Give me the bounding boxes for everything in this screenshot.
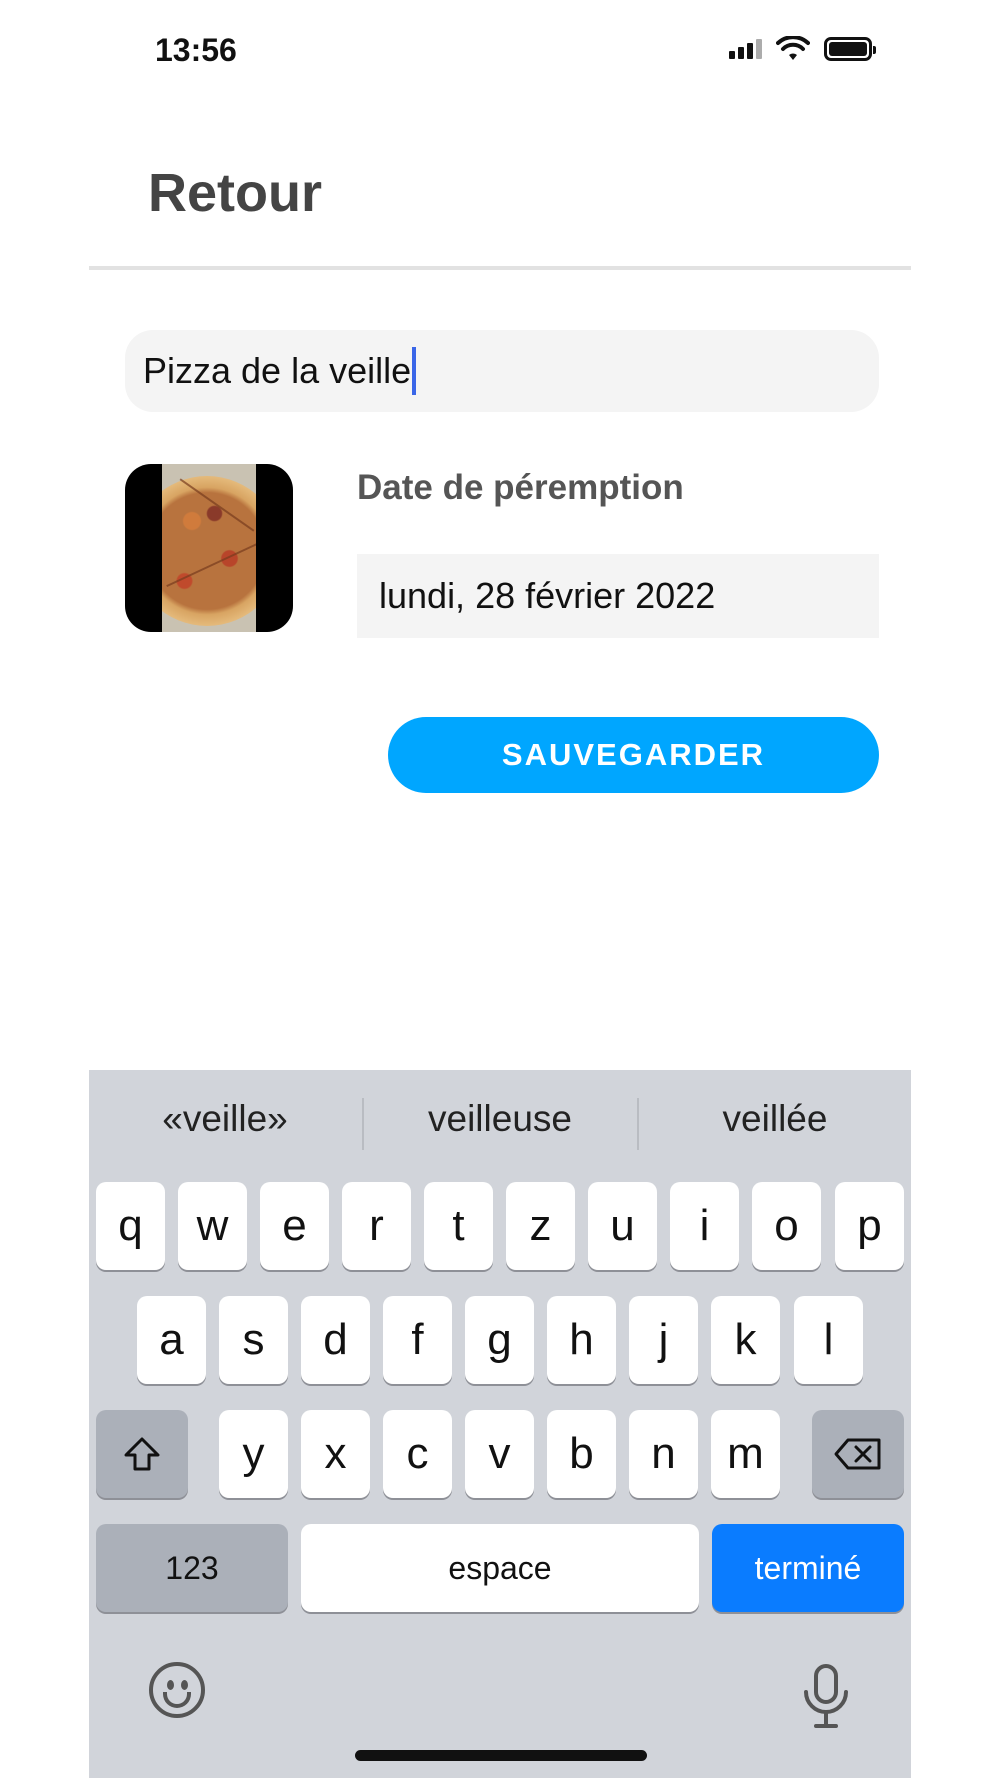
key-e[interactable]: e	[260, 1182, 329, 1270]
shift-key[interactable]	[96, 1410, 188, 1498]
suggestion-1[interactable]: «veille»	[89, 1098, 361, 1140]
expiry-date-picker[interactable]: lundi, 28 février 2022	[357, 554, 879, 638]
text-caret	[412, 347, 417, 395]
pizza-image	[162, 464, 256, 632]
key-v[interactable]: v	[465, 1410, 534, 1498]
key-u[interactable]: u	[588, 1182, 657, 1270]
key-n[interactable]: n	[629, 1410, 698, 1498]
key-f[interactable]: f	[383, 1296, 452, 1384]
key-g[interactable]: g	[465, 1296, 534, 1384]
suggestion-2[interactable]: veilleuse	[364, 1098, 636, 1140]
food-photo[interactable]	[125, 464, 293, 632]
expiry-date-value: lundi, 28 février 2022	[379, 575, 716, 616]
microphone-icon[interactable]	[796, 1662, 856, 1732]
key-h[interactable]: h	[547, 1296, 616, 1384]
key-z[interactable]: z	[506, 1182, 575, 1270]
name-input[interactable]: Pizza de la veille	[125, 330, 879, 412]
key-t[interactable]: t	[424, 1182, 493, 1270]
done-key[interactable]: terminé	[712, 1524, 904, 1612]
space-key[interactable]: espace	[301, 1524, 699, 1612]
key-q[interactable]: q	[96, 1182, 165, 1270]
shift-icon	[124, 1437, 160, 1471]
backspace-icon	[834, 1438, 881, 1470]
key-d[interactable]: d	[301, 1296, 370, 1384]
key-c[interactable]: c	[383, 1410, 452, 1498]
status-time: 13:56	[155, 32, 237, 68]
keyboard: «veille» veilleuse veillée q w e r t z u…	[89, 1070, 911, 1778]
key-s[interactable]: s	[219, 1296, 288, 1384]
battery-icon	[824, 37, 876, 61]
key-b[interactable]: b	[547, 1410, 616, 1498]
backspace-key[interactable]	[812, 1410, 904, 1498]
key-a[interactable]: a	[137, 1296, 206, 1384]
header-divider	[89, 266, 911, 270]
suggestion-bar: «veille» veilleuse veillée	[89, 1070, 911, 1180]
key-r[interactable]: r	[342, 1182, 411, 1270]
key-j[interactable]: j	[629, 1296, 698, 1384]
numbers-key[interactable]: 123	[96, 1524, 288, 1612]
key-i[interactable]: i	[670, 1182, 739, 1270]
key-x[interactable]: x	[301, 1410, 370, 1498]
key-o[interactable]: o	[752, 1182, 821, 1270]
wifi-icon	[776, 36, 810, 60]
key-k[interactable]: k	[711, 1296, 780, 1384]
home-indicator	[355, 1750, 647, 1761]
save-button[interactable]: SAUVEGARDER	[388, 717, 879, 793]
key-p[interactable]: p	[835, 1182, 904, 1270]
status-icons	[729, 36, 876, 62]
signal-icon	[729, 39, 762, 59]
expiry-date-label: Date de péremption	[357, 468, 684, 507]
back-button[interactable]: Retour	[148, 162, 322, 224]
suggestion-3[interactable]: veillée	[639, 1098, 911, 1140]
key-w[interactable]: w	[178, 1182, 247, 1270]
emoji-icon[interactable]	[149, 1662, 205, 1718]
screen: 13:56 Retour Pizza de la veille Date de …	[0, 0, 1000, 1778]
key-l[interactable]: l	[794, 1296, 863, 1384]
key-y[interactable]: y	[219, 1410, 288, 1498]
name-input-value: Pizza de la veille	[143, 350, 412, 391]
key-m[interactable]: m	[711, 1410, 780, 1498]
